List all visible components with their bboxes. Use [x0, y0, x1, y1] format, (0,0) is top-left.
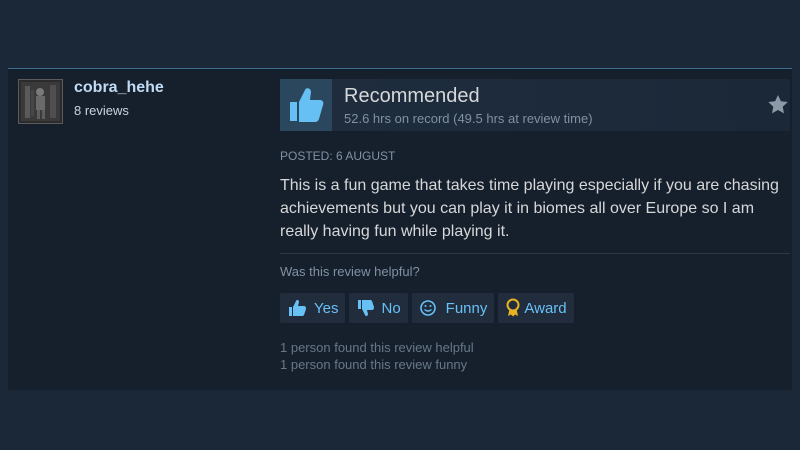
- author-name[interactable]: cobra_hehe: [74, 79, 164, 97]
- funny-label: Funny: [445, 299, 488, 317]
- thumbs-down-icon: [358, 300, 375, 317]
- no-label: No: [381, 299, 401, 317]
- funny-button[interactable]: Funny: [411, 293, 495, 323]
- helpful-question: Was this review helpful?: [280, 264, 420, 279]
- avatar-image: [19, 80, 62, 123]
- author-review-count[interactable]: 8 reviews: [74, 103, 129, 118]
- review-card: cobra_hehe 8 reviews Recommended 52.6 hr…: [8, 68, 792, 390]
- review-controls: Yes No Funny Award: [280, 293, 574, 323]
- no-button[interactable]: No: [349, 293, 408, 323]
- award-button[interactable]: Award: [498, 293, 574, 323]
- yes-button[interactable]: Yes: [280, 293, 346, 323]
- page: cobra_hehe 8 reviews Recommended 52.6 hr…: [0, 0, 800, 450]
- smiley-icon: [419, 300, 436, 316]
- divider: [280, 253, 790, 254]
- posted-date: POSTED: 6 AUGUST: [280, 149, 396, 163]
- hours-on-record: 52.6 hrs on record (49.5 hrs at review t…: [344, 111, 593, 126]
- yes-label: Yes: [314, 299, 339, 317]
- award-label: Award: [524, 299, 567, 317]
- vote-header: Recommended 52.6 hrs on record (49.5 hrs…: [280, 79, 790, 131]
- avatar[interactable]: [18, 79, 63, 124]
- award-ribbon-icon: [506, 298, 520, 317]
- review-verdict[interactable]: Recommended: [344, 85, 480, 108]
- review-content: This is a fun game that takes time playi…: [280, 177, 779, 240]
- thumbs-up-icon: [289, 299, 306, 316]
- star-icon[interactable]: [766, 93, 790, 117]
- funny-count: 1 person found this review funny: [280, 357, 468, 372]
- helpful-count: 1 person found this review helpful: [280, 340, 474, 355]
- review-stats: 1 person found this review helpful 1 per…: [280, 339, 474, 373]
- review-author[interactable]: cobra_hehe 8 reviews: [18, 79, 268, 129]
- thumbs-up-icon: [280, 79, 332, 131]
